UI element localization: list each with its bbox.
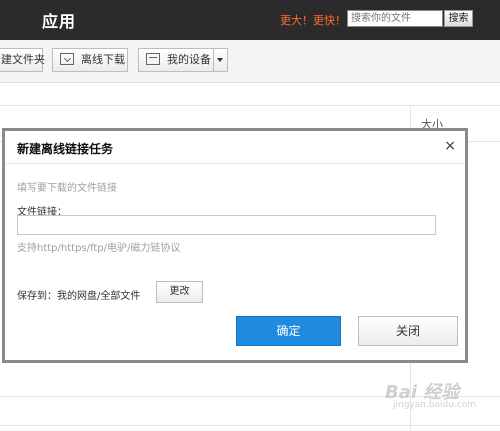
promo-text[interactable]: 更大！更快！ (280, 12, 346, 28)
search-input[interactable] (347, 10, 443, 27)
protocol-hint: 支持http/https/ftp/电驴/磁力链协议 (17, 243, 181, 254)
save-to-label: 保存到：我的网盘/全部文件 (17, 291, 141, 302)
chevron-down-icon[interactable] (213, 49, 227, 71)
close-icon[interactable]: × (444, 138, 456, 154)
app-window: 应用 更大！更快！ 搜索 建文件夹 离线下载 我的设备 大小 新建离线链接任务 … (0, 0, 500, 431)
offline-download-label: 离线下载 (81, 53, 125, 66)
dialog-title: 新建离线链接任务 (17, 142, 114, 156)
table-header-divider (0, 105, 500, 106)
change-location-button[interactable]: 更改 (156, 281, 203, 303)
cancel-button[interactable]: 关闭 (358, 316, 458, 346)
toolbar: 建文件夹 离线下载 我的设备 (0, 40, 500, 83)
new-folder-button[interactable]: 建文件夹 (0, 48, 45, 72)
top-bar: 应用 更大！更快！ 搜索 (0, 0, 500, 40)
new-folder-label: 建文件夹 (1, 53, 45, 66)
my-devices-label: 我的设备 (167, 53, 211, 66)
file-link-input[interactable] (17, 215, 436, 235)
my-devices-button[interactable]: 我的设备 (138, 48, 228, 72)
device-icon (146, 53, 160, 65)
dialog-header: 新建离线链接任务 × (5, 131, 465, 164)
link-hint: 填写要下载的文件链接 (17, 183, 117, 194)
download-icon (60, 53, 74, 65)
watermark: Bai 经验 jingyan.baidu.com (385, 378, 495, 428)
search-button[interactable]: 搜索 (444, 10, 473, 27)
confirm-button[interactable]: 确定 (236, 316, 341, 346)
watermark-url: jingyan.baidu.com (393, 400, 477, 410)
app-title[interactable]: 应用 (42, 8, 76, 32)
offline-download-button[interactable]: 离线下载 (52, 48, 128, 72)
